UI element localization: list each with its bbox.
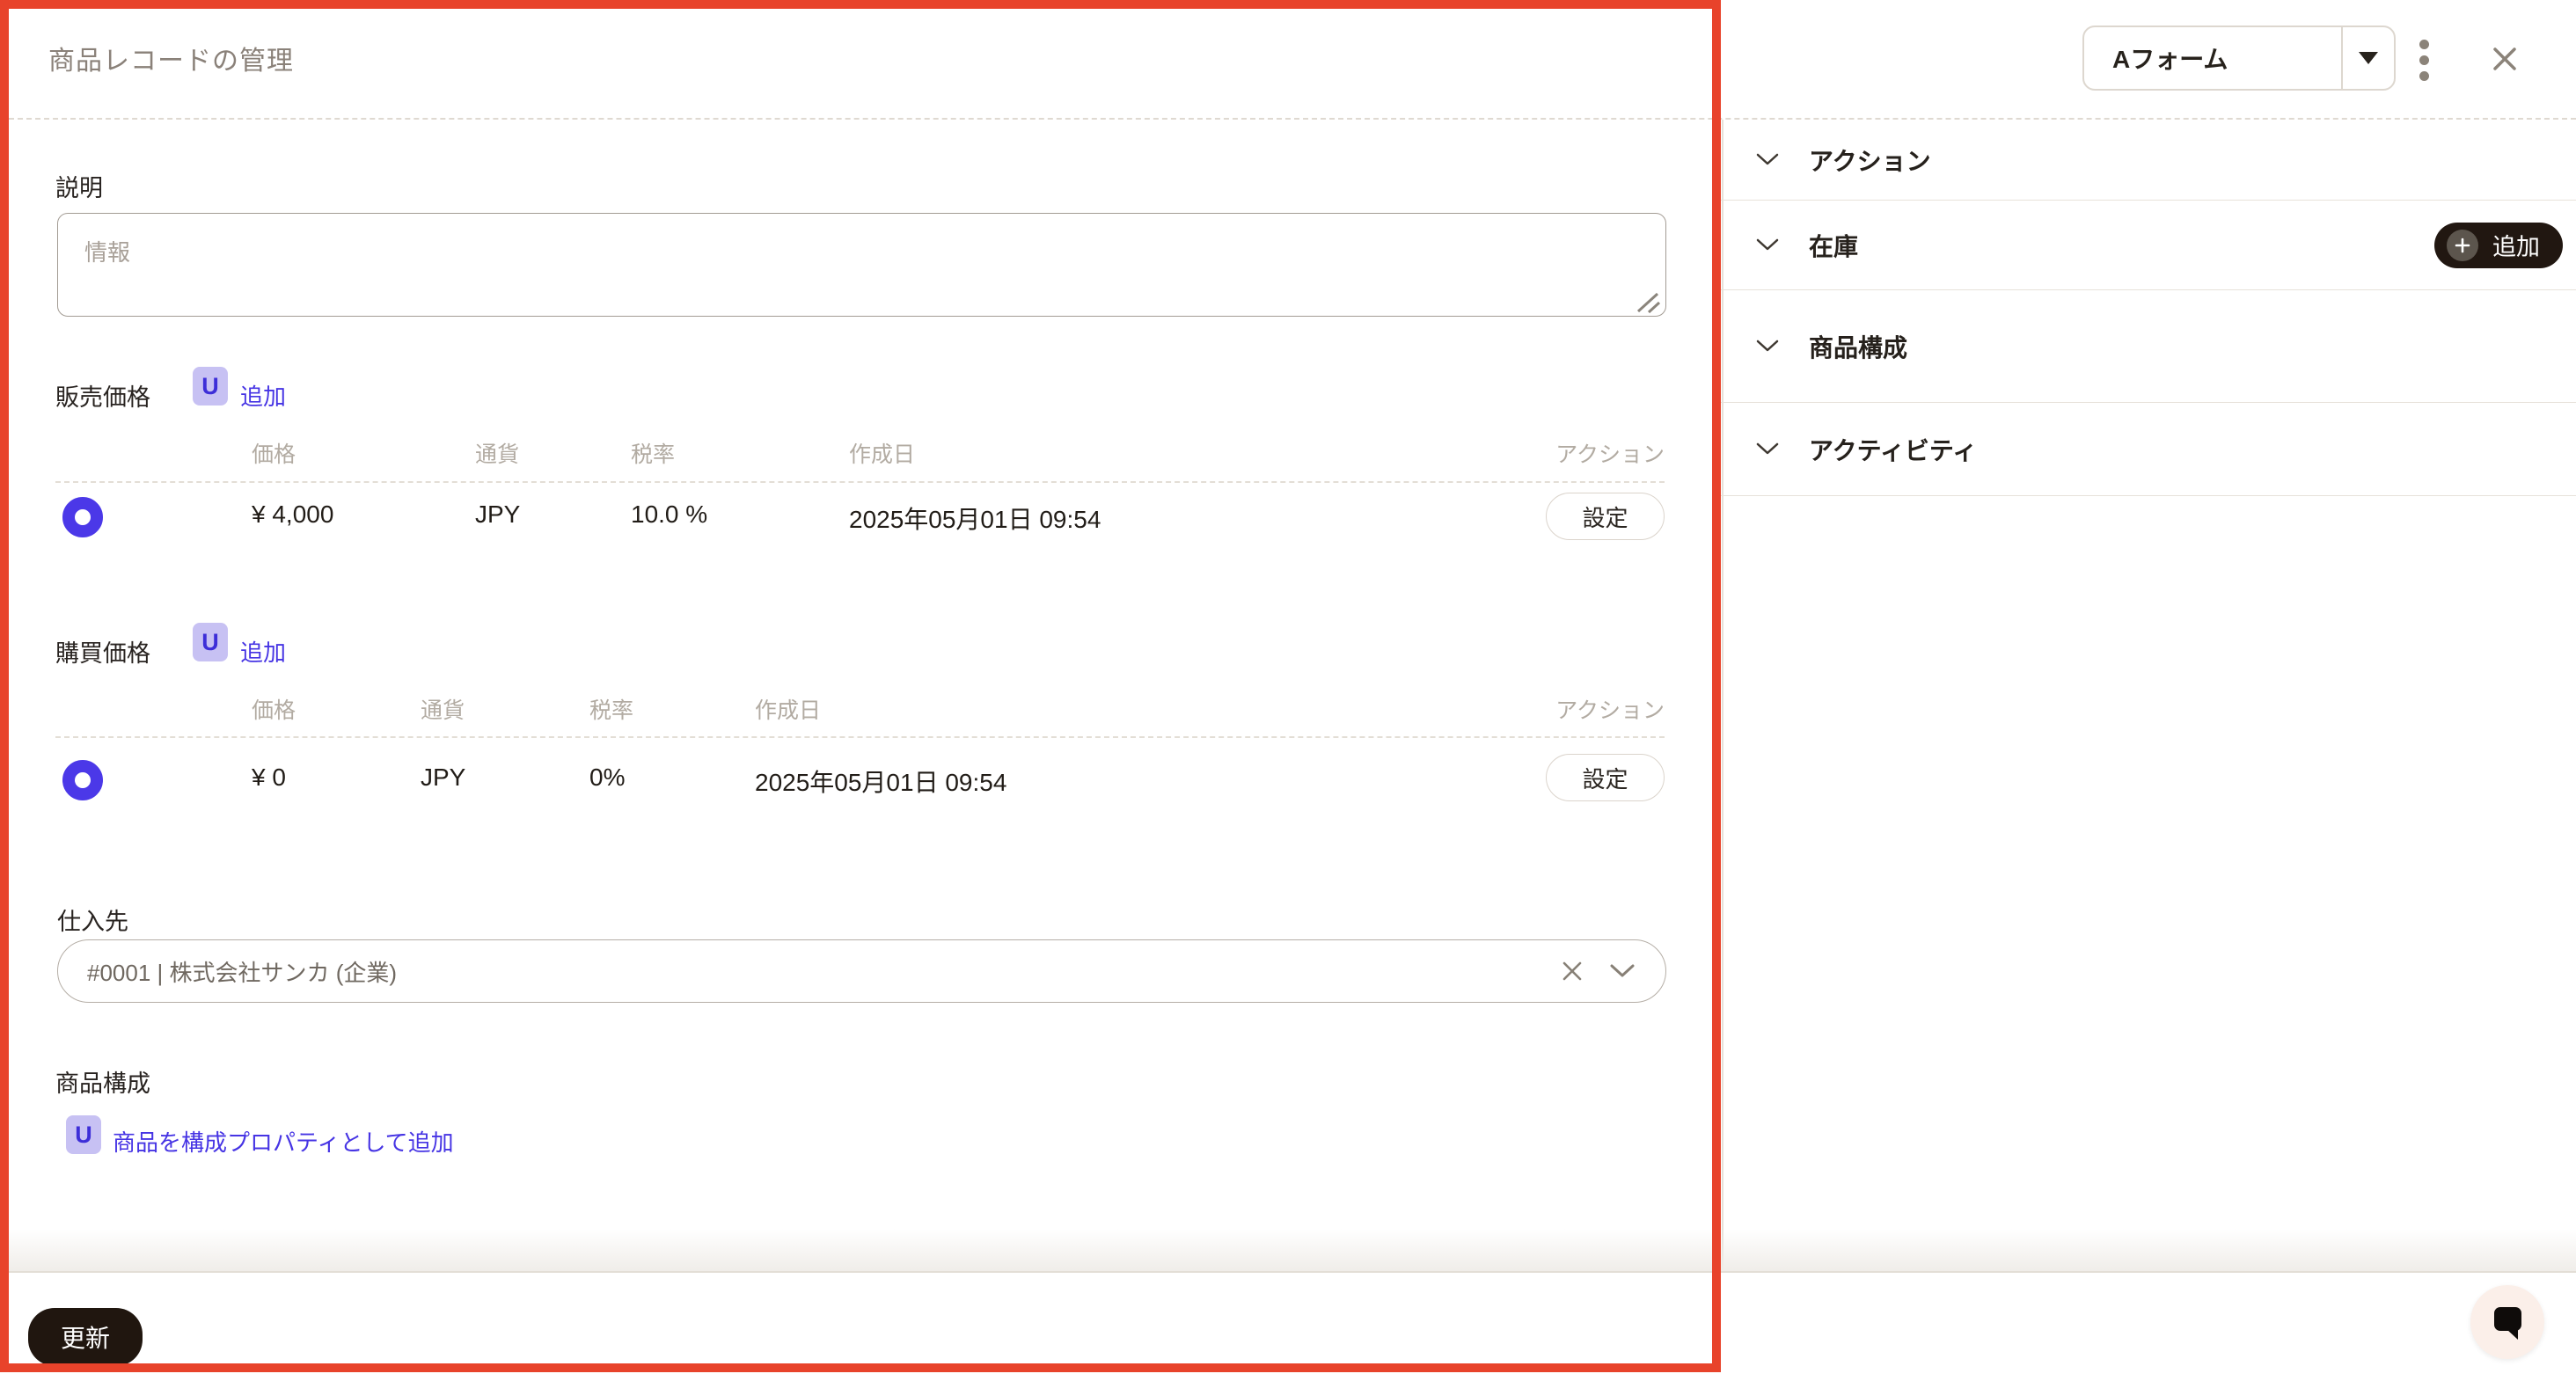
settings-button[interactable]: 設定 xyxy=(1546,754,1665,801)
clear-icon[interactable] xyxy=(1560,959,1584,983)
chat-bubble-icon xyxy=(2488,1303,2527,1341)
composition-add-link[interactable]: 商品を構成プロパティとして追加 xyxy=(113,1125,454,1158)
footer-divider xyxy=(0,1271,2576,1273)
update-button[interactable]: 更新 xyxy=(28,1308,143,1366)
inventory-add-label: 追加 xyxy=(2492,228,2540,262)
section-actions[interactable]: アクション xyxy=(1721,120,2576,201)
kebab-dot xyxy=(2419,40,2429,49)
table-divider xyxy=(55,481,1665,483)
price-cell: ¥ 0 xyxy=(252,764,286,792)
shortcut-key-badge: U xyxy=(193,623,228,661)
purchase-price-add-link[interactable]: 追加 xyxy=(240,635,286,668)
section-label: アクション xyxy=(1809,142,1931,178)
settings-button[interactable]: 設定 xyxy=(1546,493,1665,540)
tax-cell: 0% xyxy=(589,764,625,792)
dialog-header: 商品レコードの管理 Aフォーム xyxy=(0,0,2576,120)
chevron-down-icon xyxy=(1756,153,1779,166)
more-options-button[interactable] xyxy=(2419,40,2430,81)
sidebar: アクション 在庫 追加 商品構成 アクティビティ xyxy=(1721,120,2576,496)
close-button[interactable] xyxy=(2491,45,2519,73)
created-cell: 2025年05月01日 09:54 xyxy=(849,501,1101,536)
purchase-price-label: 購買価格 xyxy=(55,634,150,669)
supplier-label: 仕入先 xyxy=(57,902,128,937)
inventory-add-button[interactable]: 追加 xyxy=(2434,223,2563,268)
plus-icon xyxy=(2447,230,2478,261)
column-header: 作成日 xyxy=(849,437,915,469)
annotation-highlight-rectangle xyxy=(0,0,1721,1372)
product-record-dialog: 商品レコードの管理 Aフォーム 説明 販売価格 U 追加 価格 通貨 xyxy=(0,0,2576,1381)
supplier-select[interactable]: #0001 | 株式会社サンカ (企業) xyxy=(57,939,1666,1003)
form-selector-value[interactable]: Aフォーム xyxy=(2084,27,2341,89)
column-header: 通貨 xyxy=(475,437,519,469)
description-label: 説明 xyxy=(55,169,103,203)
table-divider xyxy=(55,736,1665,738)
page-title: 商品レコードの管理 xyxy=(48,39,294,77)
sales-price-add-link[interactable]: 追加 xyxy=(240,379,286,412)
section-label: アクティビティ xyxy=(1809,432,1977,467)
currency-cell: JPY xyxy=(421,764,465,792)
chevron-down-icon xyxy=(1756,238,1779,252)
supplier-value: #0001 | 株式会社サンカ (企業) xyxy=(58,955,1560,988)
column-header: アクション xyxy=(1555,693,1665,725)
currency-cell: JPY xyxy=(475,501,520,529)
chevron-down-icon xyxy=(1756,442,1779,456)
column-header: 通貨 xyxy=(421,693,465,725)
column-header: 価格 xyxy=(252,693,296,725)
kebab-dot xyxy=(2419,55,2429,65)
section-label: 在庫 xyxy=(1809,228,1858,263)
price-cell: ¥ 4,000 xyxy=(252,501,333,529)
tax-cell: 10.0 % xyxy=(631,501,707,529)
chat-button[interactable] xyxy=(2470,1285,2544,1359)
sales-price-radio-selected[interactable] xyxy=(62,497,103,537)
chevron-down-icon xyxy=(2359,52,2378,64)
purchase-price-radio-selected[interactable] xyxy=(62,760,103,800)
section-inventory[interactable]: 在庫 追加 xyxy=(1721,201,2576,290)
description-textarea[interactable] xyxy=(57,213,1666,317)
chevron-down-icon xyxy=(1756,340,1779,353)
section-label: 商品構成 xyxy=(1809,329,1907,364)
column-header: 税率 xyxy=(631,437,675,469)
composition-label: 商品構成 xyxy=(55,1064,150,1099)
column-header: 価格 xyxy=(252,437,296,469)
form-selector-arrow[interactable] xyxy=(2341,27,2394,89)
form-selector-dropdown[interactable]: Aフォーム xyxy=(2082,26,2396,91)
column-header: アクション xyxy=(1555,437,1665,469)
chevron-down-icon[interactable] xyxy=(1609,963,1636,979)
section-activity[interactable]: アクティビティ xyxy=(1721,403,2576,496)
section-composition[interactable]: 商品構成 xyxy=(1721,290,2576,403)
column-header: 作成日 xyxy=(755,693,821,725)
sales-price-label: 販売価格 xyxy=(55,378,150,413)
column-header: 税率 xyxy=(589,693,633,725)
kebab-dot xyxy=(2419,71,2429,81)
created-cell: 2025年05月01日 09:54 xyxy=(755,764,1006,799)
shortcut-key-badge: U xyxy=(193,367,228,406)
shortcut-key-badge: U xyxy=(66,1115,101,1154)
sales-price-table: 価格 通貨 税率 作成日 アクション ¥ 4,000 JPY 10.0 % 20… xyxy=(55,437,1665,552)
footer-shadow xyxy=(0,1229,2576,1271)
purchase-price-table: 価格 通貨 税率 作成日 アクション ¥ 0 JPY 0% 2025年05月01… xyxy=(55,693,1665,807)
close-icon xyxy=(2491,45,2519,73)
